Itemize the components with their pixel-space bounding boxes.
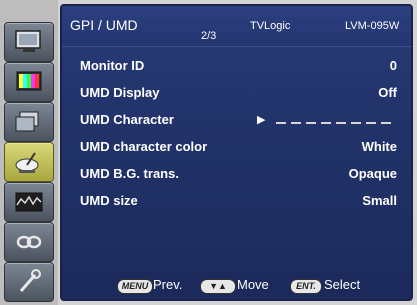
category-sidebar [0,0,58,305]
menu-row-label: UMD B.G. trans. [80,166,179,181]
monitor-icon [15,30,41,52]
osd-screen: GPI / UMD 2/3 TVLogic LVM-095W Monitor I… [0,0,417,305]
character-slot[interactable] [366,122,376,124]
waveform-icon [15,192,43,212]
color-bars-icon [16,71,42,91]
menu-row-value: Opaque [348,166,397,181]
page-indicator: 2/3 [201,30,217,42]
character-slot[interactable] [351,122,361,124]
menu-row-label: UMD Display [80,85,160,100]
sidebar-item-gpi-umd[interactable] [4,142,54,182]
menu-row-umd-bg-trans[interactable]: UMD B.G. trans. Opaque [62,164,411,184]
character-slot[interactable] [381,122,391,124]
sidebar-item-display[interactable] [4,102,54,142]
gpi-umd-menu-panel: GPI / UMD 2/3 TVLogic LVM-095W Monitor I… [60,4,413,301]
menu-row-value: Off [378,85,397,100]
infinity-link-icon [16,235,42,249]
ent-key-icon: ENT. [290,279,322,294]
menu-row-umd-character-color[interactable]: UMD character color White [62,137,411,157]
key-hint-footer: MENU Prev. ▼▲ Move ENT. Select [62,271,411,299]
menu-row-label: UMD size [80,193,138,208]
brand-label: TVLogic [250,20,291,32]
sidebar-item-color[interactable] [4,62,54,102]
page-title: GPI / UMD [70,17,138,33]
menu-row-label: UMD character color [80,139,208,154]
model-label: LVM-095W [345,20,400,32]
prev-hint-label: Prev. [153,277,183,292]
character-slot[interactable] [306,122,316,124]
menu-row-umd-character[interactable]: UMD Character ▶ [62,110,411,130]
sidebar-item-monitor[interactable] [4,22,54,62]
menu-row-value: 0 [389,58,397,73]
menu-row-monitor-id[interactable]: Monitor ID 0 [62,56,411,76]
cursor-arrow-icon: ▶ [257,114,266,126]
display-settings-icon [15,111,39,132]
select-hint-label: Select [324,277,361,292]
character-slot[interactable] [321,122,331,124]
tools-icon [19,269,41,292]
menu-key-icon: MENU [117,279,153,294]
menu-row-label: UMD Character [80,112,174,127]
menu-row-label: Monitor ID [80,58,145,73]
menu-row-value: White [361,139,397,154]
menu-row-value: Small [362,193,397,208]
sidebar-item-tools[interactable] [4,262,54,302]
sidebar-item-link[interactable] [4,222,54,262]
satellite-dish-icon [15,152,39,173]
sidebar-item-waveform[interactable] [4,182,54,222]
move-hint-label: Move [237,277,269,292]
character-slot[interactable] [336,122,346,124]
menu-row-umd-display[interactable]: UMD Display Off [62,83,411,103]
umd-character-slots[interactable] [276,122,394,125]
character-slot[interactable] [291,122,301,124]
menu-header: GPI / UMD 2/3 TVLogic LVM-095W [62,6,411,47]
character-slot[interactable] [276,122,286,124]
up-down-key-icon: ▼▲ [200,279,236,294]
menu-row-umd-size[interactable]: UMD size Small [62,191,411,211]
